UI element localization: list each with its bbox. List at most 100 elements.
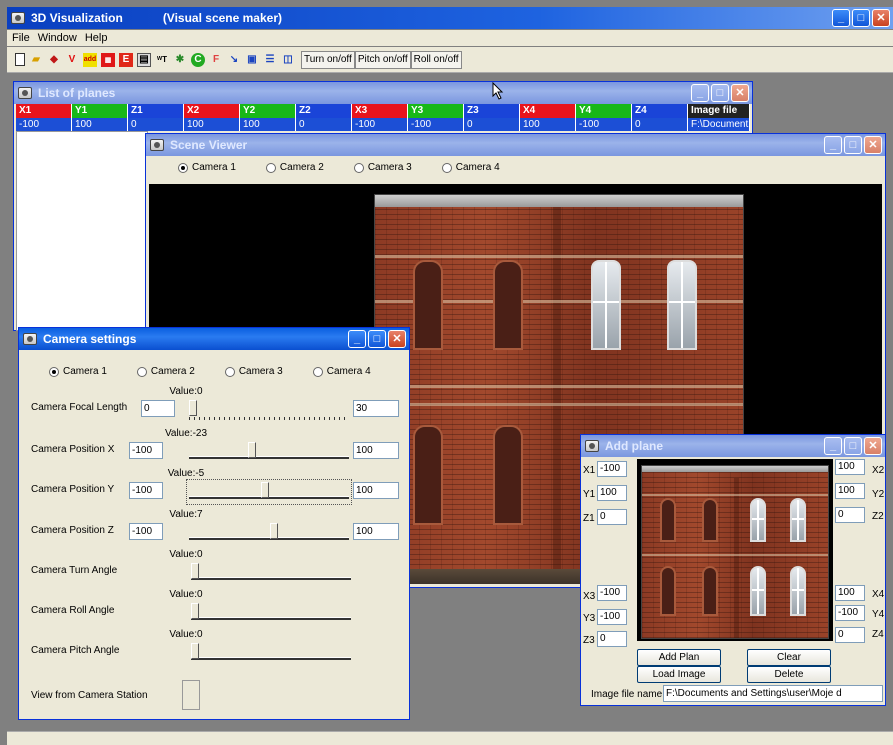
addplane-titlebar[interactable]: Add plane _ □ ✕: [581, 435, 885, 457]
add-icon[interactable]: add: [83, 52, 97, 67]
table-cell[interactable]: 100: [72, 118, 128, 131]
min-field[interactable]: -100: [129, 442, 163, 459]
y3-field[interactable]: -100: [597, 609, 627, 625]
z1-field[interactable]: 0: [597, 509, 627, 525]
table-cell[interactable]: -100: [352, 118, 408, 131]
camera-radio-4[interactable]: Camera 4: [312, 366, 371, 377]
column-header[interactable]: X2: [184, 104, 240, 118]
maximize-button[interactable]: □: [852, 9, 870, 27]
table-cell[interactable]: 100: [520, 118, 576, 131]
camera-radio-2[interactable]: Camera 2: [136, 366, 195, 377]
table-cell[interactable]: F:\Document: [688, 118, 750, 131]
add-plan-button[interactable]: Add Plan: [637, 649, 721, 666]
delete-button[interactable]: Delete: [747, 666, 831, 683]
tile-vertical-icon[interactable]: ◫: [281, 53, 295, 67]
column-header[interactable]: Y2: [240, 104, 296, 118]
table-cell[interactable]: -100: [408, 118, 464, 131]
maximize-button[interactable]: □: [368, 330, 386, 348]
minimize-button[interactable]: _: [832, 9, 850, 27]
minimize-button[interactable]: _: [824, 437, 842, 455]
station-checkbox[interactable]: [182, 680, 200, 710]
column-header[interactable]: Z3: [464, 104, 520, 118]
position-x-slider[interactable]: [189, 442, 349, 462]
table-cell[interactable]: 0: [464, 118, 520, 131]
column-header[interactable]: Y3: [408, 104, 464, 118]
z3-field[interactable]: 0: [597, 631, 627, 647]
max-field[interactable]: 100: [353, 523, 399, 540]
planes-list-area[interactable]: [16, 131, 148, 331]
maximize-button[interactable]: □: [711, 84, 729, 102]
filename-field[interactable]: F:\Documents and Settings\user\Moje d: [663, 685, 883, 702]
y4-field[interactable]: -100: [835, 605, 865, 621]
max-field[interactable]: 30: [353, 400, 399, 417]
max-field[interactable]: 100: [353, 482, 399, 499]
table-cell[interactable]: -100: [576, 118, 632, 131]
menu-window[interactable]: Window: [38, 32, 77, 44]
scene-radio-camera-3[interactable]: Camera 3: [353, 162, 412, 173]
roll-angle-slider[interactable]: [191, 603, 351, 623]
column-header[interactable]: X4: [520, 104, 576, 118]
minimize-button[interactable]: _: [824, 136, 842, 154]
min-field[interactable]: 0: [141, 400, 175, 417]
table-cell[interactable]: 0: [632, 118, 688, 131]
scene-radio-camera-1[interactable]: Camera 1: [178, 162, 236, 173]
position-z-slider[interactable]: [189, 523, 349, 543]
e-icon[interactable]: E: [119, 52, 133, 67]
table-cell[interactable]: 100: [184, 118, 240, 131]
open-folder-icon[interactable]: ▰: [29, 53, 43, 67]
scene-radio-camera-2[interactable]: Camera 2: [265, 162, 324, 173]
maximize-button[interactable]: □: [844, 437, 862, 455]
wt-icon[interactable]: ᵂT: [155, 53, 169, 67]
planes-table[interactable]: X1 -100 Y1 100 Z1 0 X2 100 Y2 100 Z2 0 X3 -100 Y3 -100 Z…: [16, 104, 750, 131]
menu-help[interactable]: Help: [85, 32, 108, 44]
main-titlebar[interactable]: 3D Visualization (Visual scene maker) _ …: [7, 7, 893, 29]
x2-field[interactable]: 100: [835, 459, 865, 475]
slider-thumb[interactable]: [191, 643, 199, 659]
planes-titlebar[interactable]: List of planes _ □ ✕: [14, 82, 752, 104]
minimize-button[interactable]: _: [691, 84, 709, 102]
pointer-icon[interactable]: ↘: [227, 53, 241, 67]
x4-field[interactable]: 100: [835, 585, 865, 601]
close-button[interactable]: ✕: [872, 9, 890, 27]
add-plane-icon[interactable]: ▦: [101, 52, 115, 67]
camera-radio-3[interactable]: Camera 3: [224, 366, 283, 377]
column-header[interactable]: Z2: [296, 104, 352, 118]
c-icon[interactable]: C: [191, 52, 205, 67]
scene-titlebar[interactable]: Scene Viewer _ □ ✕: [146, 134, 885, 156]
slider-thumb[interactable]: [191, 603, 199, 619]
focal-length-slider[interactable]: [189, 400, 349, 420]
x3-field[interactable]: -100: [597, 585, 627, 601]
slider-thumb[interactable]: [261, 482, 270, 498]
slider-thumb[interactable]: [270, 523, 279, 539]
pitch-toggle-button[interactable]: Pitch on/off: [354, 50, 411, 69]
min-field[interactable]: -100: [129, 523, 163, 540]
turn-toggle-button[interactable]: Turn on/off: [301, 50, 355, 69]
z4-field[interactable]: 0: [835, 627, 865, 643]
min-field[interactable]: -100: [129, 482, 163, 499]
position-y-slider[interactable]: [186, 479, 352, 505]
axes-icon[interactable]: ✱: [173, 53, 187, 67]
maximize-button[interactable]: □: [844, 136, 862, 154]
column-header[interactable]: X3: [352, 104, 408, 118]
slider-thumb[interactable]: [247, 442, 256, 458]
max-field[interactable]: 100: [353, 442, 399, 459]
column-header[interactable]: Y4: [576, 104, 632, 118]
pitch-angle-slider[interactable]: [191, 643, 351, 663]
x1-field[interactable]: -100: [597, 461, 627, 477]
y2-field[interactable]: 100: [835, 483, 865, 499]
y1-field[interactable]: 100: [597, 485, 627, 501]
z2-field[interactable]: 0: [835, 507, 865, 523]
eraser-icon[interactable]: ◆: [47, 53, 61, 67]
f-icon[interactable]: F: [209, 53, 223, 67]
column-header[interactable]: X1: [16, 104, 72, 118]
cascade-icon[interactable]: ▣: [245, 53, 259, 67]
column-header[interactable]: Z4: [632, 104, 688, 118]
close-button[interactable]: ✕: [864, 136, 882, 154]
slider-thumb[interactable]: [191, 563, 199, 579]
camera-titlebar[interactable]: Camera settings _ □ ✕: [19, 328, 409, 350]
table-cell[interactable]: 100: [240, 118, 296, 131]
camera-radio-1[interactable]: Camera 1: [49, 366, 107, 377]
load-image-button[interactable]: Load Image: [637, 666, 721, 683]
clear-button[interactable]: Clear: [747, 649, 831, 666]
tile-horizontal-icon[interactable]: ☰: [263, 53, 277, 67]
